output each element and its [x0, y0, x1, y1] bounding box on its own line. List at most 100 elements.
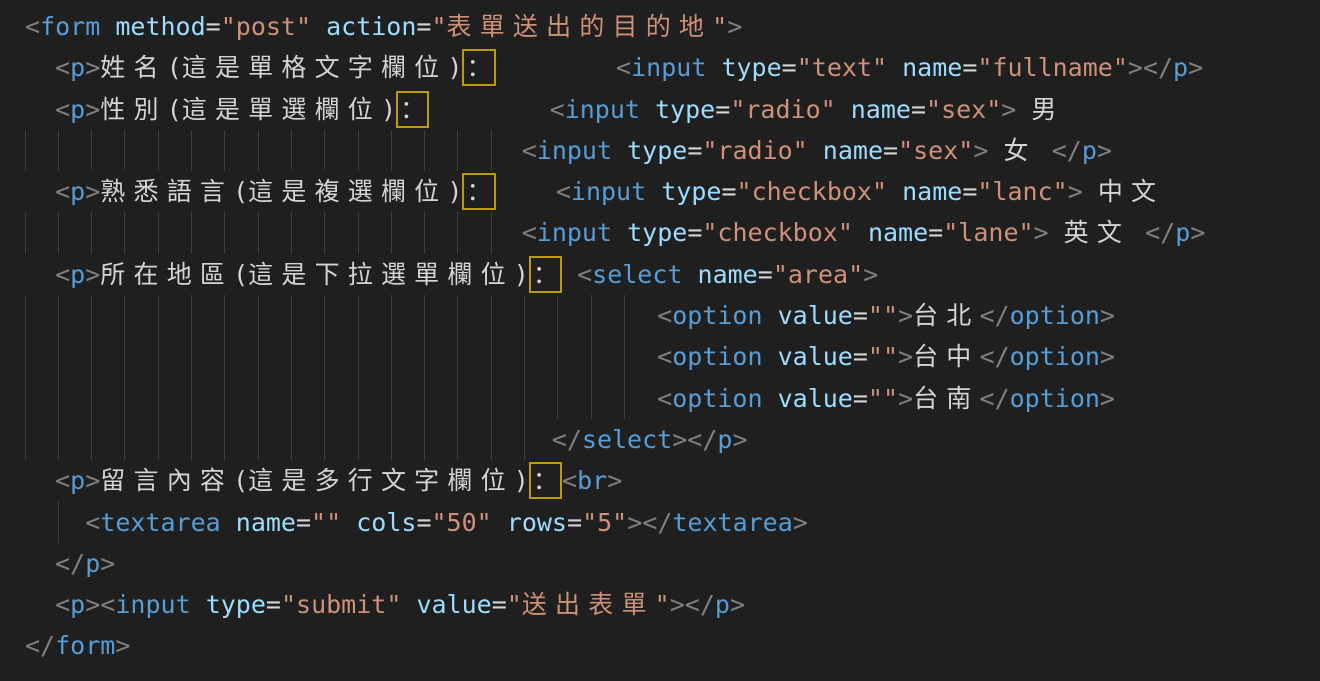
indent-guide	[224, 295, 225, 336]
code-token-punct: >	[732, 425, 747, 454]
indent-guide	[124, 130, 125, 171]
indent-guide	[258, 378, 259, 419]
indent-guide	[25, 295, 26, 336]
indent-guide	[391, 130, 392, 171]
code-token-punct: >	[85, 260, 100, 289]
indent-guide	[557, 295, 558, 336]
indent-guide	[358, 378, 359, 419]
code-token-cjk: 英文	[1064, 218, 1130, 247]
code-token-text: =	[687, 136, 702, 165]
indent-guide	[424, 378, 425, 419]
indent-guide	[58, 502, 59, 543]
indent-guide	[25, 130, 26, 171]
code-token-text	[988, 136, 1003, 165]
indent-guide	[25, 336, 26, 377]
code-token-text	[1037, 136, 1052, 165]
code-token-attr: cols	[356, 508, 416, 537]
code-token-attr: name	[902, 177, 962, 206]
indent-guide	[224, 212, 225, 253]
code-token-attr: method	[115, 12, 205, 41]
indent-guide	[58, 419, 59, 460]
indent-guide	[291, 336, 292, 377]
code-token-text: =	[962, 177, 977, 206]
indent-guide	[258, 336, 259, 377]
unicode-highlight-box: ：	[529, 462, 562, 499]
code-token-punct: >	[85, 53, 100, 82]
code-token-str: "checkbox"	[702, 218, 853, 247]
indent-guide	[424, 336, 425, 377]
code-token-str: "50"	[432, 508, 492, 537]
code-token-text	[763, 301, 778, 330]
code-token-text	[612, 218, 627, 247]
code-token-punct: <	[562, 466, 577, 495]
indent-guide	[191, 419, 192, 460]
code-token-punct: <	[550, 95, 565, 124]
editor-screenshot: { "editor": { "background": "#1f1f1f", "…	[0, 0, 1320, 681]
code-token-text	[25, 260, 55, 289]
code-token-text: =	[883, 136, 898, 165]
indent-guide	[25, 378, 26, 419]
indent-guide	[457, 130, 458, 171]
code-token-tag: p	[1175, 218, 1190, 247]
code-token-tag: input	[571, 177, 646, 206]
code-token-str: "submit"	[281, 590, 401, 619]
code-token-text	[646, 177, 661, 206]
code-token-attr: rows	[507, 508, 567, 537]
unicode-highlight-box: ：	[396, 91, 429, 128]
indent-guide	[457, 212, 458, 253]
code-token-punct: </	[552, 425, 582, 454]
code-token-punct: >	[85, 466, 100, 495]
indent-guide	[258, 295, 259, 336]
indent-guide	[191, 212, 192, 253]
indent-guide	[124, 295, 125, 336]
code-line: <input type="radio" name="sex"> 女 </p>	[25, 130, 1320, 171]
indent-guide	[25, 212, 26, 253]
indent-guide	[457, 336, 458, 377]
indent-guide	[557, 336, 558, 377]
code-token-attr: name	[823, 136, 883, 165]
code-token-text	[25, 425, 552, 454]
code-token-text: =	[266, 590, 281, 619]
unicode-highlight-box: ：	[462, 49, 495, 86]
code-token-punct: <	[55, 590, 70, 619]
indent-guide	[58, 378, 59, 419]
code-editor[interactable]: <form method="post" action="表單送出的目的地"> <…	[0, 0, 1320, 667]
code-token-text	[682, 260, 697, 289]
code-token-punct: </	[1145, 218, 1175, 247]
code-token-text: )	[447, 53, 462, 82]
code-token-attr: type	[206, 590, 266, 619]
code-token-text	[25, 466, 55, 495]
code-token-attr: action	[326, 12, 416, 41]
code-token-tag: p	[1082, 136, 1097, 165]
unicode-highlight-box: ：	[529, 256, 562, 293]
code-token-punct: </	[25, 631, 55, 660]
code-token-text	[341, 508, 356, 537]
indent-guide	[358, 336, 359, 377]
indent-guide	[291, 419, 292, 460]
indent-guide	[191, 336, 192, 377]
code-token-str: ""	[868, 384, 898, 413]
code-token-punct: <	[55, 53, 70, 82]
code-token-str: "sex"	[926, 95, 1001, 124]
code-token-tag: textarea	[672, 508, 792, 537]
code-token-str: "radio"	[702, 136, 807, 165]
code-token-str: "sex"	[898, 136, 973, 165]
code-token-cjk: 女	[1003, 136, 1036, 165]
code-token-tag: option	[672, 342, 762, 371]
code-token-str: ""	[868, 342, 898, 371]
code-token-cjk: 熟悉語言	[100, 177, 233, 206]
code-token-punct: >	[1034, 218, 1049, 247]
code-token-text	[496, 53, 616, 82]
code-token-text	[612, 136, 627, 165]
code-token-punct: <	[657, 301, 672, 330]
code-token-text: =	[416, 508, 431, 537]
indent-guide	[124, 378, 125, 419]
code-token-punct: <	[616, 53, 631, 82]
code-token-attr: type	[721, 53, 781, 82]
code-token-tag: p	[85, 549, 100, 578]
code-token-str: ""	[311, 508, 341, 537]
code-token-punct: <	[85, 508, 100, 537]
code-token-text: =	[853, 384, 868, 413]
code-token-cjk: 台北	[913, 301, 979, 330]
code-token-attr: value	[778, 301, 853, 330]
